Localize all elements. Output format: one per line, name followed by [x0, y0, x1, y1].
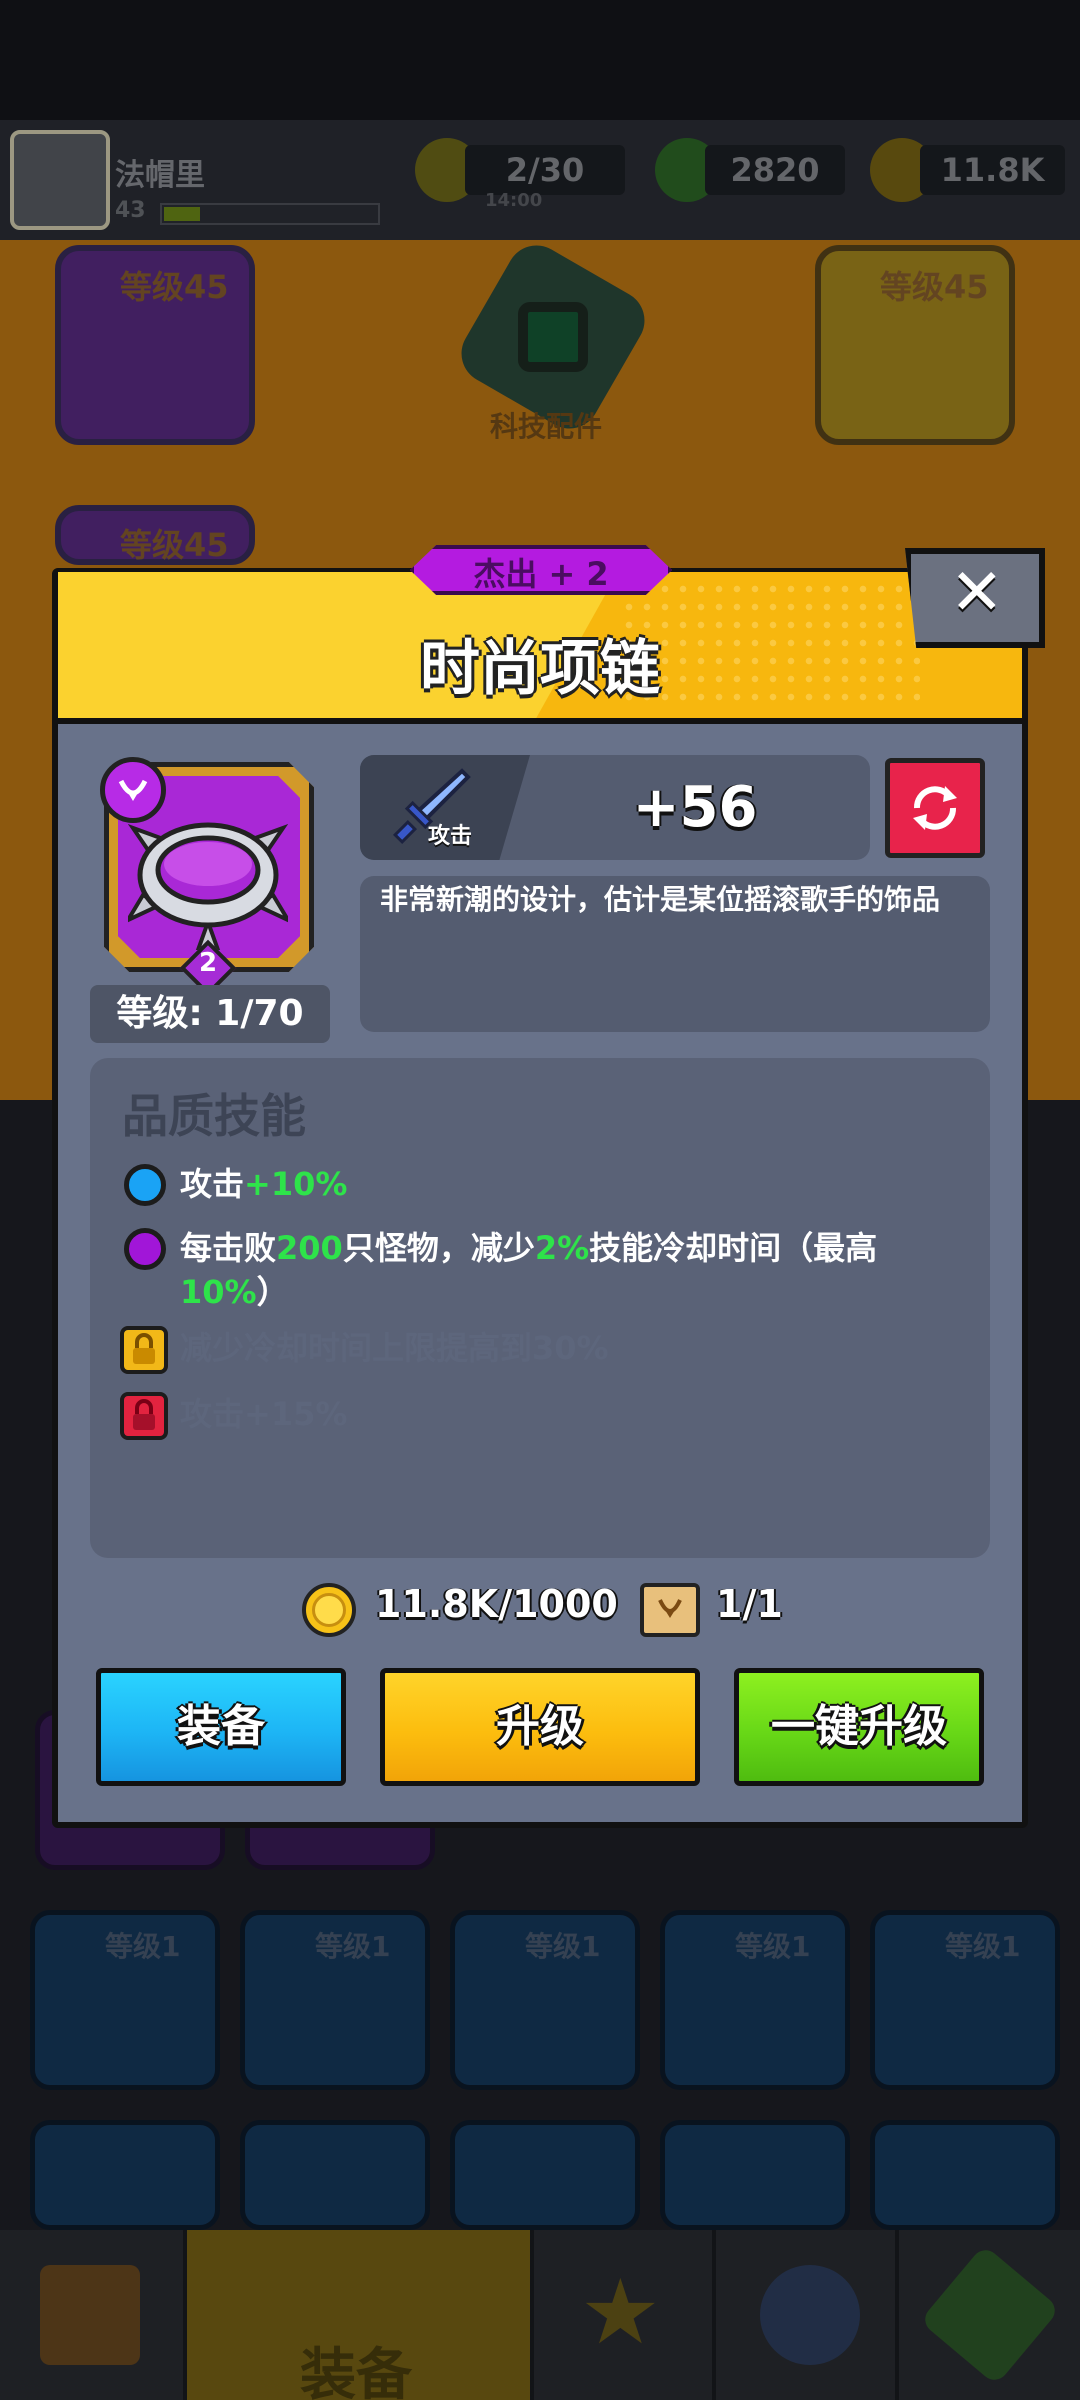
skill-2-text: 只怪物，减少 [342, 1229, 535, 1267]
equip-button[interactable]: 装备 [96, 1668, 346, 1786]
skill-2-value: 10% [180, 1273, 257, 1311]
skill-2-text: 技能冷却时间（最高 [589, 1229, 878, 1267]
one-click-upgrade-button[interactable]: 一键升级 [734, 1668, 984, 1786]
skill-2-text: ） [256, 1273, 289, 1311]
star-level-number: 2 [198, 948, 218, 978]
skill-blue-dot-icon [124, 1164, 166, 1206]
necklace-type-icon [118, 779, 148, 801]
scroll-cost: 1/1 [716, 1582, 783, 1626]
skill-2-text: 每击败 [180, 1229, 277, 1267]
coin-cost-icon-inner [312, 1593, 346, 1627]
skill-purple-dot-icon [124, 1228, 166, 1270]
refresh-icon [913, 786, 957, 830]
item-title: 时尚项链 [420, 634, 660, 704]
skill-1: 攻击+10% [180, 1162, 970, 1206]
quality-skills-title: 品质技能 [122, 1089, 306, 1143]
skill-1-text: 攻击 [180, 1165, 245, 1203]
necklace-scroll-icon [658, 1599, 682, 1618]
stat-value: +56 [632, 775, 758, 840]
skill-4-locked: 攻击+15% [180, 1395, 348, 1433]
skill-2-value: 200 [276, 1229, 343, 1267]
skill-3-locked: 减少冷却时间上限提高到30% [180, 1329, 609, 1367]
rarity-label: 杰出 + 2 [473, 555, 609, 593]
stat-label: 攻击 [428, 824, 473, 849]
item-description: 非常新潮的设计，估计是某位摇滚歌手的饰品 [380, 883, 941, 916]
close-icon[interactable]: ✕ [950, 556, 1004, 630]
spiked-collar-icon [128, 822, 288, 950]
padlock-icon [133, 1333, 155, 1364]
skill-1-value: +10% [244, 1165, 348, 1203]
skill-2-value: 2% [534, 1229, 590, 1267]
skill-2: 每击败200只怪物，减少2%技能冷却时间（最高 10%） [180, 1226, 970, 1314]
upgrade-button[interactable]: 升级 [380, 1668, 700, 1786]
modal-header-border [58, 718, 1022, 724]
item-level: 等级: 1/70 [90, 985, 330, 1043]
coin-cost: 11.8K/1000 [375, 1582, 618, 1626]
padlock-icon [133, 1399, 155, 1430]
